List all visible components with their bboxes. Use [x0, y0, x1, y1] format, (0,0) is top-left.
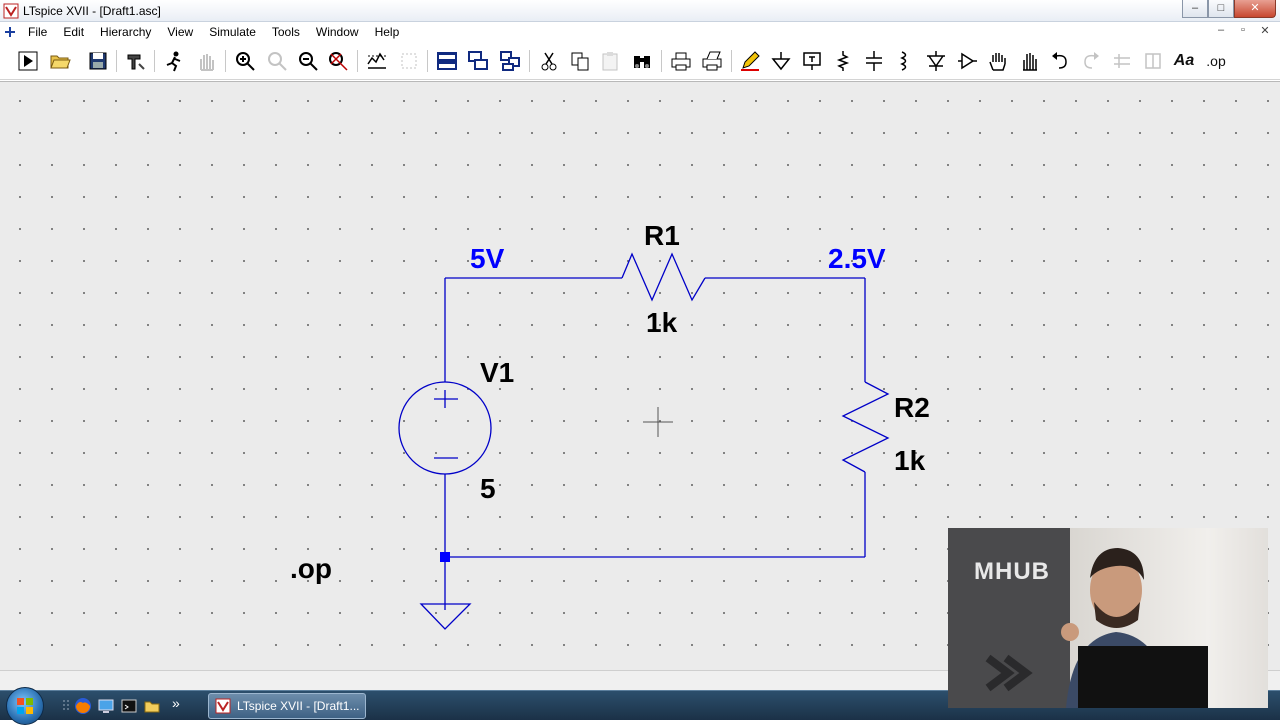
copy-icon[interactable] — [567, 48, 593, 74]
r2-name-label[interactable]: R2 — [894, 392, 930, 423]
r2-value-label[interactable]: 1k — [894, 445, 926, 476]
halt-hand-icon[interactable] — [193, 48, 219, 74]
diode-icon[interactable] — [923, 48, 949, 74]
v1-name-label[interactable]: V1 — [480, 357, 514, 388]
terminal-icon[interactable] — [120, 697, 138, 715]
spice-directive-icon[interactable]: .op — [1203, 48, 1229, 74]
menu-help[interactable]: Help — [367, 25, 408, 39]
r1-name-label[interactable]: R1 — [644, 220, 680, 251]
spice-directive-op[interactable]: .op — [290, 553, 332, 584]
zoom-fit-icon[interactable] — [325, 48, 351, 74]
redo-icon[interactable] — [1078, 48, 1104, 74]
folder-icon[interactable] — [143, 697, 161, 715]
zoom-out-icon[interactable] — [295, 48, 321, 74]
cascade-windows-icon[interactable] — [465, 48, 491, 74]
desktop-icon[interactable] — [97, 697, 115, 715]
menu-simulate[interactable]: Simulate — [201, 25, 264, 39]
cut-icon[interactable] — [536, 48, 562, 74]
doc-minimize-button[interactable]: – — [1212, 24, 1230, 37]
open-folder-icon[interactable] — [47, 48, 73, 74]
paste-icon[interactable] — [597, 48, 623, 74]
drag-hand-icon[interactable] — [1016, 48, 1042, 74]
autorange-icon[interactable] — [364, 48, 390, 74]
component-icon[interactable] — [954, 48, 980, 74]
menu-file[interactable]: File — [20, 25, 55, 39]
r1-value-label[interactable]: 1k — [646, 307, 678, 338]
crosshair-cursor-icon — [643, 407, 673, 437]
presenter-figure — [985, 548, 1208, 708]
window-controls: – □ ✕ — [1182, 0, 1276, 18]
ltspice-task-icon — [215, 698, 231, 714]
draw-wire-pencil-icon[interactable] — [737, 48, 763, 74]
toolbar: Aa .op — [0, 42, 1280, 80]
capacitor-icon[interactable] — [861, 48, 887, 74]
menu-bar: File Edit Hierarchy View Simulate Tools … — [0, 22, 1280, 42]
tile-horizontal-icon[interactable] — [434, 48, 460, 74]
taskbar-ltspice-button[interactable]: LTspice XVII - [Draft1... — [208, 693, 366, 719]
print-icon[interactable] — [699, 48, 725, 74]
menu-view[interactable]: View — [159, 25, 201, 39]
document-window-controls: – ▫ ✕ — [1212, 24, 1274, 37]
menu-edit[interactable]: Edit — [55, 25, 92, 39]
text-tool-icon[interactable]: Aa — [1171, 48, 1197, 74]
doc-restore-button[interactable]: ▫ — [1234, 24, 1252, 37]
close-button[interactable]: ✕ — [1234, 0, 1276, 18]
v1-value-label[interactable]: 5 — [480, 473, 496, 504]
resistor-r1-icon — [621, 252, 706, 302]
node-label-2-5v[interactable]: 2.5V — [828, 243, 886, 274]
window-title: LTspice XVII - [Draft1.asc] — [23, 3, 161, 18]
rotate-icon[interactable] — [1109, 48, 1135, 74]
firefox-icon[interactable] — [74, 697, 92, 715]
resistor-r2-icon — [841, 381, 890, 473]
menu-hierarchy[interactable]: Hierarchy — [92, 25, 159, 39]
mirror-icon[interactable] — [1140, 48, 1166, 74]
pan-icon[interactable] — [264, 48, 290, 74]
run-simulation-icon[interactable] — [161, 48, 187, 74]
document-icon[interactable] — [0, 22, 20, 42]
zoom-in-icon[interactable] — [232, 48, 258, 74]
ltspice-app-icon[interactable] — [3, 3, 19, 19]
windows-logo-icon — [17, 698, 33, 714]
menu-tools[interactable]: Tools — [264, 25, 308, 39]
ground-icon[interactable] — [768, 48, 794, 74]
more-chevron-icon[interactable]: » — [172, 695, 180, 711]
tile-vertical-icon[interactable] — [497, 48, 523, 74]
label-net-icon[interactable] — [799, 48, 825, 74]
control-panel-hammer-icon[interactable] — [122, 48, 148, 74]
taskbar-ltspice-label: LTspice XVII - [Draft1... — [237, 699, 360, 713]
title-bar: LTspice XVII - [Draft1.asc] – □ ✕ — [0, 0, 1280, 22]
start-button[interactable] — [6, 687, 44, 725]
doc-close-button[interactable]: ✕ — [1256, 24, 1274, 37]
move-hand-icon[interactable] — [985, 48, 1011, 74]
find-binoculars-icon[interactable] — [629, 48, 655, 74]
delete-trace-icon[interactable] — [396, 48, 422, 74]
print-setup-icon[interactable] — [668, 48, 694, 74]
inductor-icon[interactable] — [891, 48, 917, 74]
run-icon[interactable] — [15, 48, 41, 74]
minimize-button[interactable]: – — [1182, 0, 1208, 18]
node-junction — [440, 552, 450, 562]
node-label-5v[interactable]: 5V — [470, 243, 505, 274]
maximize-button[interactable]: □ — [1208, 0, 1234, 18]
webcam-overlay: MHUB — [948, 528, 1268, 708]
menu-window[interactable]: Window — [308, 25, 367, 39]
save-icon[interactable] — [85, 48, 111, 74]
resistor-icon[interactable] — [830, 48, 856, 74]
undo-icon[interactable] — [1047, 48, 1073, 74]
